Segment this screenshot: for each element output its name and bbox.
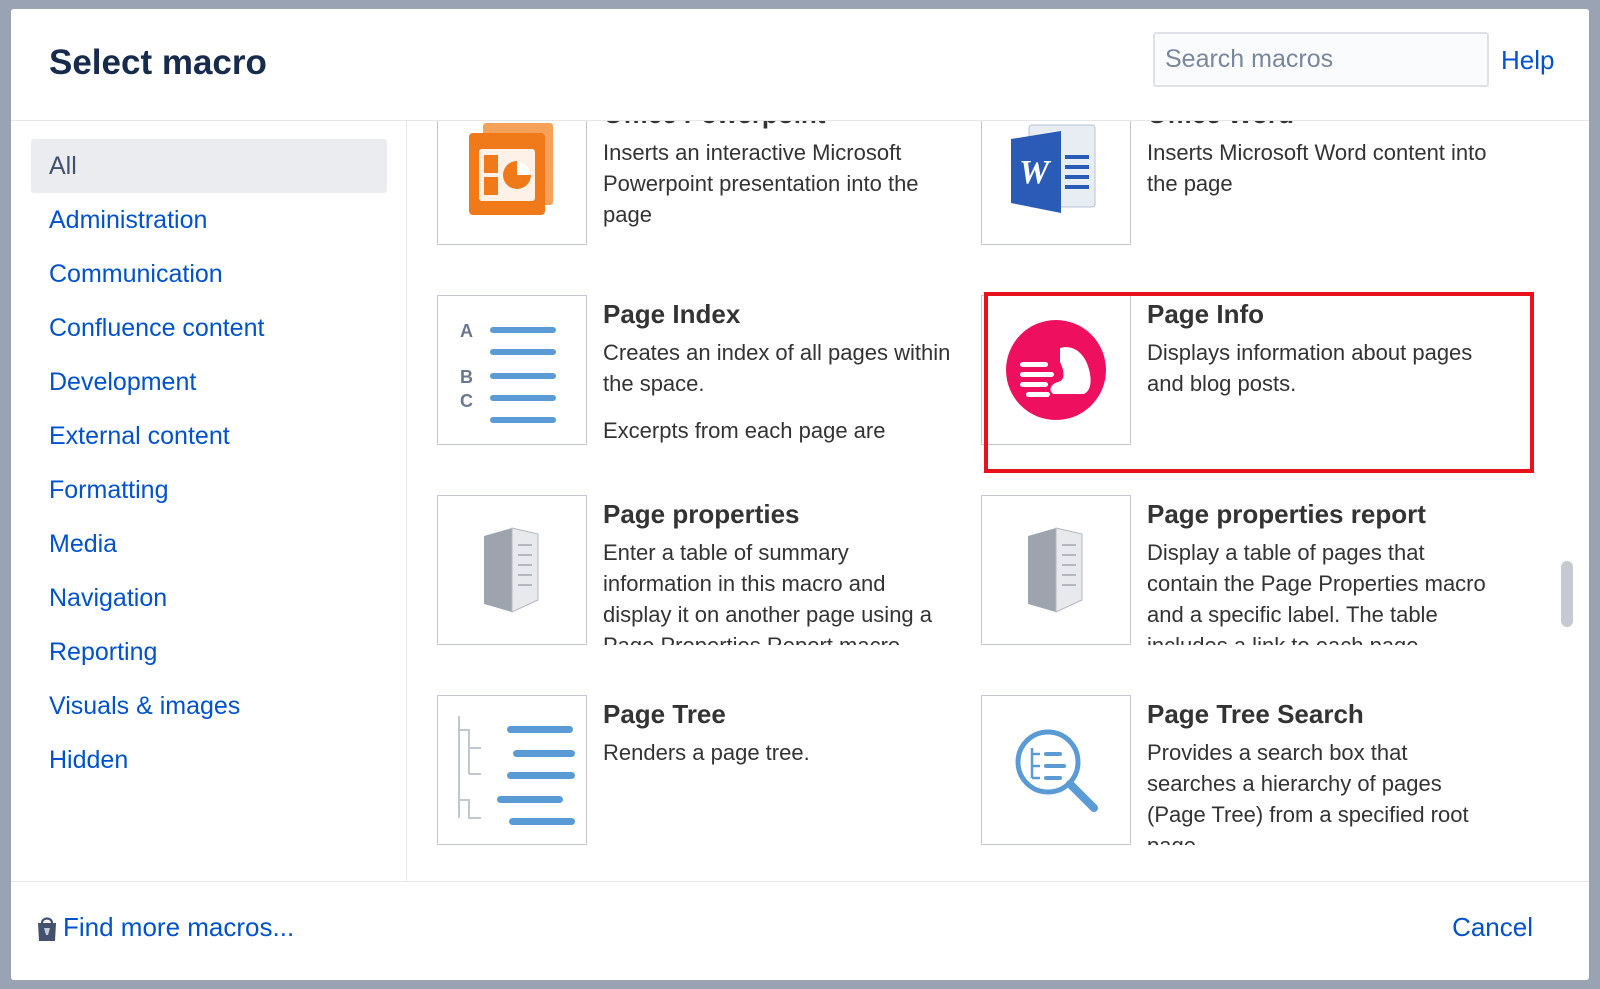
macro-page-properties[interactable]: Page properties Enter a table of summary… (437, 495, 967, 645)
svg-text:A: A (460, 321, 473, 341)
svg-text:W: W (1019, 154, 1052, 191)
macro-page-info[interactable]: Page Info Displays information about pag… (981, 295, 1511, 445)
find-more-macros-link[interactable]: Find more macros... (35, 912, 294, 943)
sidebar-item-reporting[interactable]: Reporting (31, 625, 387, 679)
macro-name: Page Index (603, 299, 741, 329)
search-input[interactable] (1153, 32, 1489, 87)
sidebar-item-hidden[interactable]: Hidden (31, 733, 387, 787)
dialog-title: Select macro (49, 43, 267, 82)
page-tree-search-icon (981, 695, 1131, 845)
macro-description: Enter a table of summary information in … (603, 540, 933, 645)
macro-description: Creates an index of all pages within the… (603, 337, 953, 445)
page-properties-icon (437, 495, 587, 645)
word-icon: W (981, 121, 1131, 245)
sidebar-item-visuals-images[interactable]: Visuals & images (31, 679, 387, 733)
macro-page-index[interactable]: A B C Page Index Creates an index of all… (437, 295, 967, 445)
sidebar-item-communication[interactable]: Communication (31, 247, 387, 301)
macro-name: Office Powerpoint (603, 121, 825, 130)
macro-page-tree[interactable]: Page Tree Renders a page tree. (437, 695, 967, 845)
dialog-footer: Find more macros... Cancel (11, 881, 1589, 980)
macro-description-main: Creates an index of all pages within the… (603, 340, 951, 396)
macro-office-word[interactable]: W Office Word Inserts Microsoft Word con… (981, 121, 1511, 245)
cancel-button[interactable]: Cancel (1452, 912, 1533, 943)
macro-description: Inserts Microsoft Word content into the … (1147, 140, 1487, 196)
sidebar-item-external-content[interactable]: External content (31, 409, 387, 463)
svg-text:B: B (460, 367, 473, 387)
macro-name: Office Word (1147, 121, 1294, 130)
marketplace-bag-icon (38, 916, 56, 941)
scrollbar-track[interactable] (1557, 121, 1577, 881)
sidebar-item-formatting[interactable]: Formatting (31, 463, 387, 517)
find-more-macros-label: Find more macros... (63, 912, 295, 942)
macro-description: Renders a page tree. (603, 740, 810, 765)
macro-list: Office Powerpoint Inserts an interactive… (407, 121, 1589, 881)
sidebar-item-all[interactable]: All (31, 139, 387, 193)
page-index-icon: A B C (437, 295, 587, 445)
help-link[interactable]: Help (1501, 45, 1554, 76)
macro-description: Provides a search box that searches a hi… (1147, 740, 1469, 845)
page-info-icon (981, 295, 1131, 445)
category-sidebar: All Administration Communication Conflue… (11, 121, 407, 881)
svg-text:C: C (460, 391, 473, 411)
macro-name: Page properties (603, 499, 800, 529)
sidebar-item-administration[interactable]: Administration (31, 193, 387, 247)
sidebar-item-development[interactable]: Development (31, 355, 387, 409)
macro-page-properties-report[interactable]: Page properties report Display a table o… (981, 495, 1511, 645)
select-macro-dialog: Select macro Help All Administration Com… (11, 9, 1589, 980)
macro-description: Inserts an interactive Microsoft Powerpo… (603, 140, 919, 227)
macro-description: Display a table of pages that contain th… (1147, 540, 1486, 645)
macro-office-powerpoint[interactable]: Office Powerpoint Inserts an interactive… (437, 121, 967, 245)
macro-name: Page Info (1147, 299, 1265, 329)
page-tree-icon (437, 695, 587, 845)
sidebar-item-media[interactable]: Media (31, 517, 387, 571)
macro-page-tree-search[interactable]: Page Tree Search Provides a search box t… (981, 695, 1511, 845)
page-properties-report-icon (981, 495, 1131, 645)
macro-name: Page Tree (603, 699, 726, 729)
macro-description: Displays information about pages and blo… (1147, 340, 1473, 396)
scrollbar-thumb[interactable] (1561, 561, 1573, 627)
sidebar-item-navigation[interactable]: Navigation (31, 571, 387, 625)
macro-name: Page properties report (1147, 499, 1426, 529)
dialog-header: Select macro Help (11, 9, 1589, 121)
sidebar-item-confluence-content[interactable]: Confluence content (31, 301, 387, 355)
macro-name: Page Tree Search (1147, 699, 1364, 729)
macro-description-extra: Excerpts from each page are (603, 418, 886, 443)
powerpoint-icon (437, 121, 587, 245)
